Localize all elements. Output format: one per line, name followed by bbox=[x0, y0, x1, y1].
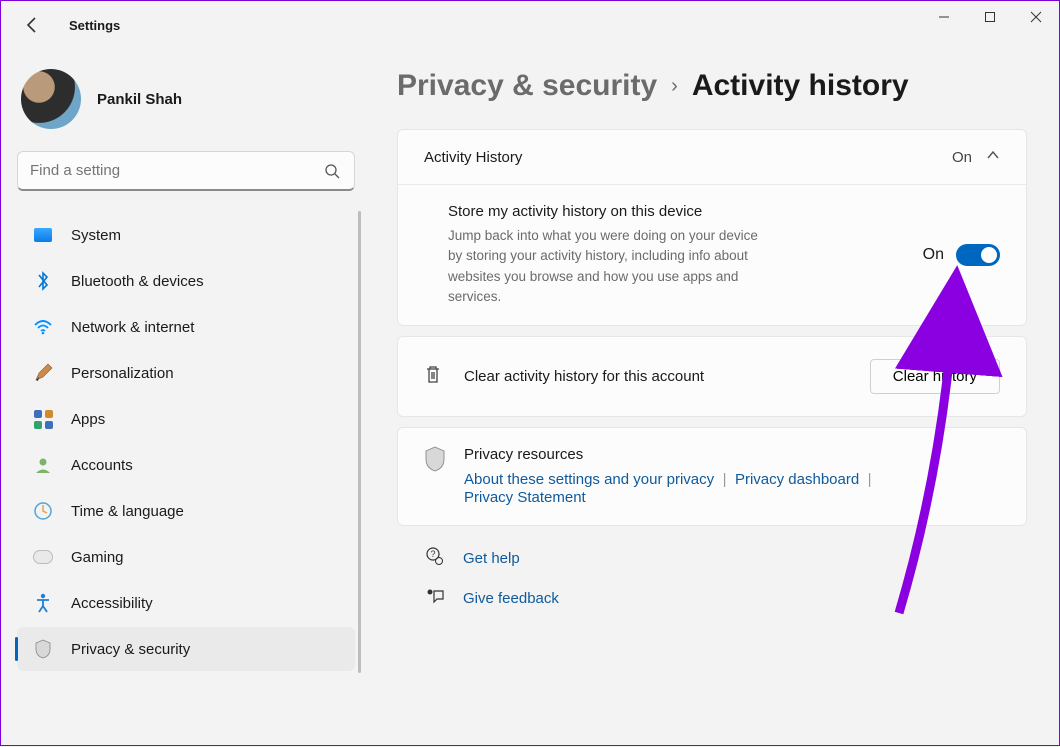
search-input-wrapper[interactable] bbox=[17, 151, 355, 191]
apps-icon bbox=[33, 409, 53, 429]
chevron-up-icon bbox=[986, 148, 1000, 166]
sidebar-item-label: Accounts bbox=[71, 457, 133, 474]
sidebar: Pankil Shah System Bluetooth & devices bbox=[1, 49, 371, 745]
sidebar-item-label: Accessibility bbox=[71, 595, 153, 612]
wifi-icon bbox=[33, 317, 53, 337]
profile-block[interactable]: Pankil Shah bbox=[11, 61, 361, 147]
sidebar-scrollbar[interactable] bbox=[358, 211, 361, 673]
sidebar-item-system[interactable]: System bbox=[17, 213, 355, 257]
card-header-state: On bbox=[952, 149, 972, 166]
store-activity-title: Store my activity history on this device bbox=[448, 203, 748, 220]
gamepad-icon bbox=[33, 547, 53, 567]
get-help-link[interactable]: Get help bbox=[463, 550, 520, 567]
breadcrumb: Privacy & security › Activity history bbox=[397, 69, 1027, 103]
avatar bbox=[21, 69, 81, 129]
sidebar-item-bluetooth[interactable]: Bluetooth & devices bbox=[17, 259, 355, 303]
trash-icon bbox=[424, 364, 442, 390]
clock-globe-icon bbox=[33, 501, 53, 521]
sidebar-item-label: Time & language bbox=[71, 503, 184, 520]
sidebar-item-label: Personalization bbox=[71, 365, 174, 382]
breadcrumb-parent[interactable]: Privacy & security bbox=[397, 69, 657, 103]
activity-history-header[interactable]: Activity History On bbox=[398, 130, 1026, 185]
main-content: Privacy & security › Activity history Ac… bbox=[371, 49, 1059, 745]
accessibility-icon bbox=[33, 593, 53, 613]
sidebar-item-label: Gaming bbox=[71, 549, 124, 566]
sidebar-item-accessibility[interactable]: Accessibility bbox=[17, 581, 355, 625]
sidebar-item-label: Privacy & security bbox=[71, 641, 190, 658]
sidebar-item-time[interactable]: Time & language bbox=[17, 489, 355, 533]
get-help-row[interactable]: ? Get help bbox=[397, 536, 1027, 577]
sidebar-item-label: System bbox=[71, 227, 121, 244]
privacy-resources-card: Privacy resources About these settings a… bbox=[397, 427, 1027, 526]
app-title: Settings bbox=[69, 18, 120, 33]
search-icon bbox=[322, 161, 342, 181]
search-input[interactable] bbox=[30, 162, 314, 179]
system-icon bbox=[33, 225, 53, 245]
page-title: Activity history bbox=[692, 69, 909, 103]
clear-history-card: Clear activity history for this account … bbox=[397, 336, 1027, 417]
close-button[interactable] bbox=[1013, 1, 1059, 33]
sidebar-item-label: Apps bbox=[71, 411, 105, 428]
person-icon bbox=[33, 455, 53, 475]
give-feedback-link[interactable]: Give feedback bbox=[463, 590, 559, 607]
sidebar-item-privacy[interactable]: Privacy & security bbox=[17, 627, 355, 671]
brush-icon bbox=[33, 363, 53, 383]
sidebar-item-gaming[interactable]: Gaming bbox=[17, 535, 355, 579]
clear-history-label: Clear activity history for this account bbox=[464, 368, 848, 385]
toggle-state-label: On bbox=[923, 246, 944, 264]
minimize-button[interactable] bbox=[921, 1, 967, 33]
svg-text:?: ? bbox=[430, 549, 435, 559]
help-icon: ? bbox=[425, 546, 445, 571]
card-title: Activity History bbox=[424, 149, 522, 166]
store-activity-row: Store my activity history on this device… bbox=[398, 185, 1026, 325]
sidebar-item-accounts[interactable]: Accounts bbox=[17, 443, 355, 487]
back-button[interactable] bbox=[13, 5, 53, 45]
link-privacy-dashboard[interactable]: Privacy dashboard bbox=[735, 471, 859, 488]
store-activity-toggle[interactable] bbox=[956, 244, 1000, 266]
chevron-right-icon: › bbox=[671, 75, 678, 98]
store-activity-description: Jump back into what you were doing on yo… bbox=[448, 226, 768, 307]
sidebar-item-label: Network & internet bbox=[71, 319, 194, 336]
sidebar-item-label: Bluetooth & devices bbox=[71, 273, 204, 290]
shield-icon bbox=[424, 446, 446, 507]
sidebar-item-network[interactable]: Network & internet bbox=[17, 305, 355, 349]
activity-history-card: Activity History On Store my activity hi… bbox=[397, 129, 1027, 326]
sidebar-item-personalization[interactable]: Personalization bbox=[17, 351, 355, 395]
maximize-button[interactable] bbox=[967, 1, 1013, 33]
resources-title: Privacy resources bbox=[464, 446, 876, 463]
bluetooth-icon bbox=[33, 271, 53, 291]
shield-icon bbox=[33, 639, 53, 659]
user-name: Pankil Shah bbox=[97, 91, 182, 108]
sidebar-item-apps[interactable]: Apps bbox=[17, 397, 355, 441]
link-privacy-statement[interactable]: Privacy Statement bbox=[464, 489, 586, 506]
link-about-privacy[interactable]: About these settings and your privacy bbox=[464, 471, 714, 488]
give-feedback-row[interactable]: Give feedback bbox=[397, 577, 1027, 616]
feedback-icon bbox=[425, 587, 445, 610]
sidebar-nav: System Bluetooth & devices Network & int… bbox=[11, 211, 361, 673]
clear-history-button[interactable]: Clear history bbox=[870, 359, 1000, 394]
